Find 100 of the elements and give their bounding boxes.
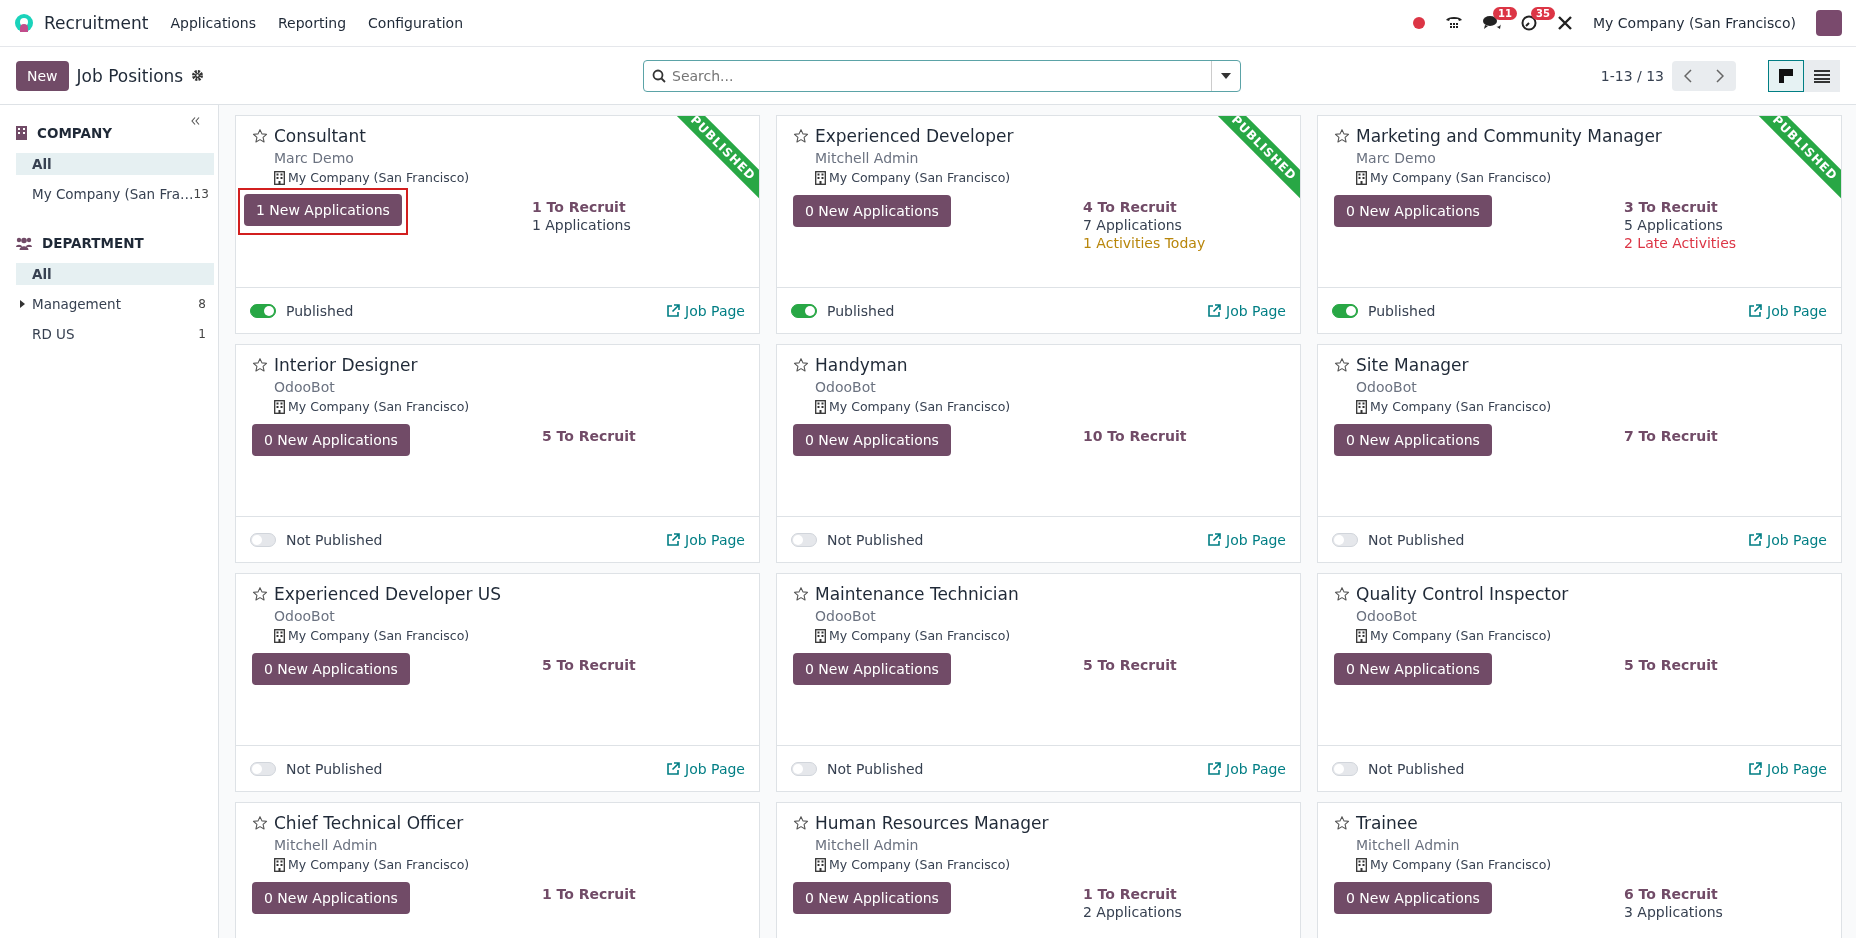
job-stat[interactable]: 5 To Recruit [1083,657,1177,673]
job-card[interactable]: Handyman OdooBot My Company (San Francisco) 0 New Applications 10 To Recruit Not Published Job Page [776,344,1301,563]
search-field[interactable]: Search... [643,59,1241,92]
job-stat[interactable]: 6 To Recruit [1624,886,1723,902]
dropdown-caret-icon[interactable] [1221,72,1231,79]
star-icon[interactable] [252,128,268,144]
new-applications-button[interactable]: 1 New Applications [244,194,402,226]
job-stat[interactable]: 5 To Recruit [1624,657,1718,673]
job-stat[interactable]: 7 Applications [1083,217,1206,233]
job-stat[interactable]: 3 Applications [1624,904,1723,920]
job-page-link[interactable]: Job Page [666,302,745,319]
star-icon[interactable] [793,815,809,831]
filter-item[interactable]: Management 8 [16,293,214,315]
job-card[interactable]: Maintenance Technician OdooBot My Company (San Francisco) 0 New Applications 5 To Recruit Not Published Job Page [776,573,1301,792]
new-applications-button[interactable]: 0 New Applications [252,653,410,685]
job-page-link[interactable]: Job Page [666,531,745,548]
building-icon [274,399,285,414]
star-icon[interactable] [252,815,268,831]
filter-label: RD US [32,326,76,342]
star-icon[interactable] [252,586,268,602]
job-stat[interactable]: 7 To Recruit [1624,428,1718,444]
collapse-icon[interactable] [191,117,200,125]
external-link-icon [1207,303,1222,318]
star-icon[interactable] [1334,815,1350,831]
job-page-link[interactable]: Job Page [1748,302,1827,319]
job-stat[interactable]: 10 To Recruit [1083,428,1187,444]
job-stat[interactable]: 3 To Recruit [1624,199,1737,215]
job-title: Chief Technical Officer [274,813,464,833]
external-link-icon [1207,532,1222,547]
clock-icon[interactable] [1521,15,1538,31]
job-stat[interactable]: 1 To Recruit [1083,886,1182,902]
new-applications-button[interactable]: 0 New Applications [252,424,410,456]
filter-label: My Company (San Fra… [32,186,194,202]
building-icon [274,857,285,872]
filter-item[interactable]: All [16,153,214,175]
job-page-link[interactable]: Job Page [1207,302,1286,319]
job-stat[interactable]: 2 Applications [1083,904,1182,920]
job-card[interactable]: Quality Control Inspector OdooBot My Company (San Francisco) 0 New Applications 5 To Recruit Not Published Job Page [1317,573,1842,792]
filter-item[interactable]: All [16,263,214,285]
star-icon[interactable] [793,128,809,144]
job-stat[interactable]: 5 To Recruit [542,428,636,444]
new-applications-button[interactable]: 0 New Applications [1334,424,1492,456]
job-page-link[interactable]: Job Page [666,760,745,777]
star-icon[interactable] [1334,128,1350,144]
star-icon[interactable] [252,357,268,373]
search-input[interactable]: Search... [666,61,1211,90]
kanban-view-button[interactable] [1768,59,1804,92]
new-applications-button[interactable]: 0 New Applications [793,424,951,456]
job-stat[interactable]: 4 To Recruit [1083,199,1206,215]
job-page-link[interactable]: Job Page [1207,531,1286,548]
app-logo-icon[interactable] [14,13,34,33]
job-card[interactable]: Experienced Developer US OdooBot My Company (San Francisco) 0 New Applications 5 To Recruit Not Published Job Page [235,573,760,792]
publish-status: Not Published [827,760,924,777]
job-stat[interactable]: 2 Late Activities [1624,235,1737,251]
menu-item[interactable]: Applications [170,15,256,31]
publish-status: Published [827,302,895,319]
chat-icon[interactable] [1483,15,1502,31]
menu-item[interactable]: Reporting [278,15,347,31]
star-icon[interactable] [793,357,809,373]
star-icon[interactable] [1334,357,1350,373]
job-stat[interactable]: 5 Applications [1624,217,1737,233]
job-stat[interactable]: 1 To Recruit [542,886,636,902]
job-card[interactable]: Human Resources Manager Mitchell Admin My Company (San Francisco) 0 New Applications 1 To Recruit 2 Applications [776,802,1301,938]
menu-item[interactable]: Configuration [368,15,463,31]
job-page-link[interactable]: Job Page [1207,760,1286,777]
publish-toggle[interactable] [250,303,276,318]
publish-toggle[interactable] [791,303,817,318]
app-name[interactable]: Recruitment [44,13,149,33]
job-stat[interactable]: 1 To Recruit [531,199,631,215]
recording-dot-icon[interactable] [1413,17,1426,29]
expand-caret-icon[interactable] [20,300,25,308]
search-icon [652,68,666,83]
settings-icon[interactable] [191,69,205,82]
new-applications-button[interactable]: 0 New Applications [793,195,951,227]
job-card[interactable]: Chief Technical Officer Mitchell Admin My Company (San Francisco) 0 New Applications 1 To Recruit [235,802,760,938]
new-applications-button[interactable]: 0 New Applications [1334,653,1492,685]
new-button[interactable]: New [16,60,69,91]
job-stat[interactable]: 1 Applications [531,217,631,233]
new-applications-button[interactable]: 0 New Applications [252,882,410,914]
job-page-link[interactable]: Job Page [1748,760,1827,777]
new-applications-button[interactable]: 0 New Applications [1334,882,1492,914]
filter-item[interactable]: My Company (San Fra…13 [16,183,214,205]
job-page-link[interactable]: Job Page [1748,531,1827,548]
publish-toggle[interactable] [1332,303,1358,318]
job-title: Site Manager [1356,355,1469,375]
list-view-button[interactable] [1804,59,1840,92]
job-card[interactable]: Trainee Mitchell Admin My Company (San Francisco) 0 New Applications 6 To Recruit 3 Applications [1317,802,1842,938]
company-switcher[interactable]: My Company (San Francisco) [1593,15,1796,31]
phone-icon[interactable] [1445,15,1464,31]
job-card[interactable]: Site Manager OdooBot My Company (San Francisco) 0 New Applications 7 To Recruit Not Published Job Page [1317,344,1842,563]
filter-item[interactable]: RD US 1 [16,323,214,345]
star-icon[interactable] [793,586,809,602]
star-icon[interactable] [1334,586,1350,602]
company-name: My Company (San Francisco) [288,857,470,872]
new-applications-button[interactable]: 0 New Applications [793,882,951,914]
new-applications-button[interactable]: 0 New Applications [793,653,951,685]
new-applications-button[interactable]: 0 New Applications [1334,195,1492,227]
job-stat[interactable]: 5 To Recruit [542,657,636,673]
building-icon [1356,628,1367,643]
job-card[interactable]: Interior Designer OdooBot My Company (San Francisco) 0 New Applications 5 To Recruit Not Published Job Page [235,344,760,563]
